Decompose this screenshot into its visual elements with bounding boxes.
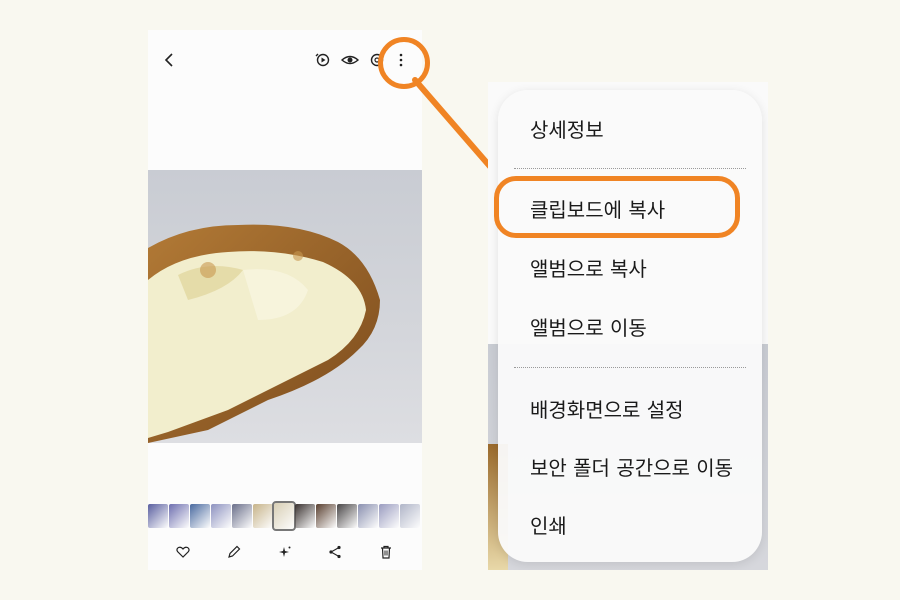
context-menu-screenshot: 상세정보 클립보드에 복사 앨범으로 복사 앨범으로 이동 배경화면으로 설정 … xyxy=(488,82,768,570)
more-button-highlight xyxy=(378,37,430,89)
share-icon[interactable] xyxy=(325,542,345,562)
menu-item-print[interactable]: 인쇄 xyxy=(530,512,567,540)
thumbnail[interactable] xyxy=(316,504,336,528)
menu-item-move-to-secure-folder[interactable]: 보안 폴더 공간으로 이동 xyxy=(530,454,733,482)
menu-divider xyxy=(514,367,746,368)
thumbnail[interactable] xyxy=(253,504,273,528)
remaster-icon[interactable] xyxy=(313,50,333,70)
thumbnail[interactable] xyxy=(295,504,315,528)
thumbnail[interactable] xyxy=(148,504,168,528)
photo-cream-puff xyxy=(148,170,422,443)
thumbnail[interactable] xyxy=(272,501,296,531)
thumbnail[interactable] xyxy=(232,504,252,528)
thumbnail[interactable] xyxy=(400,504,420,528)
back-icon[interactable] xyxy=(160,50,180,70)
thumbnail[interactable] xyxy=(190,504,210,528)
thumbnail[interactable] xyxy=(211,504,231,528)
menu-item-details[interactable]: 상세정보 xyxy=(530,116,604,144)
trash-icon[interactable] xyxy=(376,542,396,562)
thumbnail[interactable] xyxy=(337,504,357,528)
menu-divider xyxy=(514,168,746,169)
menu-item-set-as-wallpaper[interactable]: 배경화면으로 설정 xyxy=(530,396,684,424)
thumbnail[interactable] xyxy=(169,504,189,528)
menu-item-copy-to-album[interactable]: 앨범으로 복사 xyxy=(530,255,647,283)
sparkle-icon[interactable] xyxy=(275,542,295,562)
eye-icon[interactable] xyxy=(340,50,360,70)
pencil-icon[interactable] xyxy=(224,542,244,562)
heart-icon[interactable] xyxy=(173,542,193,562)
gallery-viewer xyxy=(148,30,422,570)
thumbnail[interactable] xyxy=(358,504,378,528)
viewer-bottom-bar xyxy=(148,540,422,564)
copy-to-clipboard-highlight xyxy=(494,176,740,238)
thumbnail-strip[interactable] xyxy=(148,501,422,531)
menu-item-move-to-album[interactable]: 앨범으로 이동 xyxy=(530,314,647,342)
more-options-menu: 상세정보 클립보드에 복사 앨범으로 복사 앨범으로 이동 배경화면으로 설정 … xyxy=(498,90,762,562)
thumbnail[interactable] xyxy=(379,504,399,528)
